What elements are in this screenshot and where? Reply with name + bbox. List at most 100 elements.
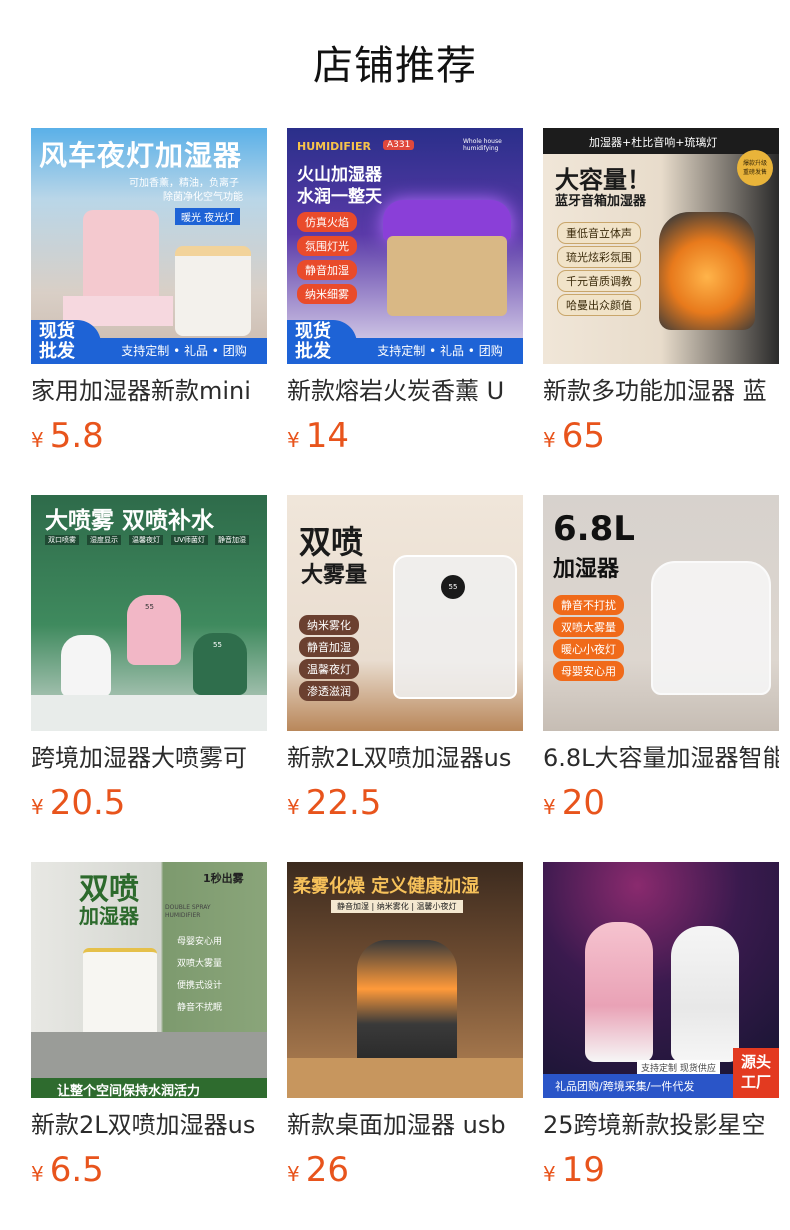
stock-label: 现货 批发 — [31, 320, 101, 364]
currency-symbol: ¥ — [31, 795, 44, 819]
product-price: ¥65 — [543, 414, 605, 458]
currency-symbol: ¥ — [31, 1162, 44, 1186]
feature-chip: 湿度显示 — [87, 535, 121, 545]
price-value: 26 — [305, 1150, 349, 1190]
price-value: 14 — [305, 416, 349, 456]
image-headline2: 大雾量 — [301, 563, 368, 588]
product-name[interactable]: 新款2L双喷加湿器us — [287, 741, 523, 775]
product-image[interactable]: 双喷 加湿器 1秒出雾 DOUBLE SPRAY HUMIDIFIER 母婴安心… — [31, 862, 267, 1098]
feature-line: 静音不扰眠 — [177, 1003, 223, 1013]
purple-flame — [383, 200, 511, 240]
feature-line: 双喷大雾量 — [177, 959, 223, 969]
product-image[interactable]: 大喷雾 双喷补水 双口喷雾 湿度显示 温馨夜灯 UV师菌灯 静音加湿 55 55 — [31, 495, 267, 731]
price-value: 22.5 — [305, 783, 382, 823]
product-price: ¥26 — [287, 1148, 349, 1192]
image-headline: 风车夜灯加湿器 — [39, 139, 243, 172]
product-image[interactable]: 6.8L 加湿器 静音不打扰 双喷大雾量 暖心小夜灯 母婴安心用 — [543, 495, 779, 731]
image-bottom: 让整个空间保持水润活力 — [57, 1084, 201, 1098]
seal-badge: 爆款升级 重磅发售 — [737, 150, 773, 186]
feature-pill: 纳米细雾 — [297, 284, 357, 304]
image-headline2: 加湿器 — [553, 557, 620, 582]
product-image[interactable]: 加湿器+杜比音响+琉璃灯 大容量！ 蓝牙音箱加湿器 爆款升级 重磅发售 重低音立… — [543, 128, 779, 364]
image-eng1: DOUBLE SPRAY — [165, 904, 211, 911]
feature-pill: 氛围灯光 — [297, 236, 357, 256]
product-image[interactable]: 支持定制 现货供应 礼品团购/跨境采集/一件代发 源头 工厂 — [543, 862, 779, 1098]
product-price: ¥14 — [287, 414, 349, 458]
feature-chip: 双口喷雾 — [45, 535, 79, 545]
desk-surface — [287, 1058, 523, 1098]
image-brand: HUMIDIFIER — [297, 140, 371, 153]
feature-chip: 静音加湿 — [215, 535, 249, 545]
product-card[interactable]: 双喷 大雾量 纳米雾化 静音加湿 温馨夜灯 渗透滋润 55 新款2L双喷加湿器u… — [287, 495, 523, 823]
product-name[interactable]: 新款2L双喷加湿器us — [31, 1108, 267, 1142]
image-headline1: 6.8L — [553, 509, 635, 549]
product-name[interactable]: 6.8L大容量加湿器智能 — [543, 741, 779, 775]
factory-badge: 源头 工厂 — [733, 1048, 779, 1098]
product-price: ¥20.5 — [31, 781, 125, 825]
image-headline2: 加湿器 — [79, 904, 139, 928]
currency-symbol: ¥ — [287, 795, 300, 819]
image-corner: Whole house humidifying — [463, 138, 502, 152]
humidifier-pink: 55 — [127, 595, 181, 665]
feature-pill: 温馨夜灯 — [299, 659, 359, 679]
product-card[interactable]: 加湿器+杜比音响+琉璃灯 大容量！ 蓝牙音箱加湿器 爆款升级 重磅发售 重低音立… — [543, 128, 779, 456]
speaker-humidifier — [659, 212, 755, 330]
feature-pill: 琉光炫彩氛围 — [557, 246, 641, 268]
stock-label-line2: 批发 — [295, 341, 331, 362]
stock-label-line1: 现货 — [295, 321, 331, 342]
image-tag: 暖光 夜光灯 — [175, 208, 241, 225]
feature-chip: 温馨夜灯 — [129, 535, 163, 545]
product-price: ¥22.5 — [287, 781, 381, 825]
product-image[interactable]: HUMIDIFIER A331 Whole house humidifying … — [287, 128, 523, 364]
feature-pill: 双喷大雾量 — [553, 617, 624, 637]
factory-badge-line1: 源头 — [740, 1053, 771, 1071]
feature-pill: 重低音立体声 — [557, 222, 641, 244]
humidifier-body — [651, 561, 771, 695]
product-card[interactable]: 6.8L 加湿器 静音不打扰 双喷大雾量 暖心小夜灯 母婴安心用 6.8L大容量… — [543, 495, 779, 823]
sofa — [31, 1032, 267, 1080]
display: 55 — [441, 575, 465, 599]
humidifier-pink — [585, 922, 653, 1062]
product-image[interactable]: 柔雾化燥 定义健康加湿 静音加湿 | 纳米雾化 | 温馨小夜灯 — [287, 862, 523, 1098]
stock-label-line1: 现货 — [39, 321, 75, 342]
image-subtext: 静音加湿 | 纳米雾化 | 温馨小夜灯 — [331, 900, 463, 913]
product-name[interactable]: 新款多功能加湿器 蓝 — [543, 374, 779, 408]
product-name[interactable]: 跨境加湿器大喷雾可 — [31, 741, 267, 775]
product-card[interactable]: 柔雾化燥 定义健康加湿 静音加湿 | 纳米雾化 | 温馨小夜灯 新款桌面加湿器 … — [287, 862, 523, 1190]
product-image[interactable]: 风车夜灯加湿器 可加香薰，精油，负离子 除菌净化空气功能 暖光 夜光灯 支持定制… — [31, 128, 267, 364]
feature-pill: 哈曼出众颜值 — [557, 294, 641, 316]
image-eng2: HUMIDIFIER — [165, 912, 201, 919]
price-value: 65 — [561, 416, 605, 456]
stock-label-line2: 批发 — [39, 341, 75, 362]
product-name[interactable]: 新款桌面加湿器 usb — [287, 1108, 523, 1142]
image-model: A331 — [383, 140, 415, 150]
feature-line: 母婴安心用 — [177, 937, 223, 947]
product-card[interactable]: HUMIDIFIER A331 Whole house humidifying … — [287, 128, 523, 456]
currency-symbol: ¥ — [287, 1162, 300, 1186]
price-value: 20 — [561, 783, 605, 823]
product-price: ¥6.5 — [31, 1148, 104, 1192]
product-card[interactable]: 双喷 加湿器 1秒出雾 DOUBLE SPRAY HUMIDIFIER 母婴安心… — [31, 862, 267, 1190]
image-bottom: 礼品团购/跨境采集/一件代发 — [555, 1080, 695, 1093]
product-card[interactable]: 大喷雾 双喷补水 双口喷雾 湿度显示 温馨夜灯 UV师菌灯 静音加湿 55 55… — [31, 495, 267, 823]
feature-pill: 静音不打扰 — [553, 595, 624, 615]
humidifier-white — [61, 635, 111, 697]
stock-badge: 支持定制 • 礼品 • 团购 现货 批发 — [287, 320, 523, 364]
price-value: 6.5 — [49, 1150, 104, 1190]
product-name[interactable]: 家用加湿器新款mini — [31, 374, 267, 408]
humidifier-body — [387, 236, 507, 316]
product-image[interactable]: 双喷 大雾量 纳米雾化 静音加湿 温馨夜灯 渗透滋润 55 — [287, 495, 523, 731]
product-price: ¥19 — [543, 1148, 605, 1192]
price-value: 5.8 — [49, 416, 104, 456]
humidifier-pink — [83, 210, 159, 310]
product-card[interactable]: 风车夜灯加湿器 可加香薰，精油，负离子 除菌净化空气功能 暖光 夜光灯 支持定制… — [31, 128, 267, 456]
humidifier-green: 55 — [193, 633, 247, 695]
product-name[interactable]: 新款熔岩火炭香薰 U — [287, 374, 523, 408]
price-value: 19 — [561, 1150, 605, 1190]
humidifier-white — [671, 926, 739, 1062]
currency-symbol: ¥ — [287, 428, 300, 452]
product-name[interactable]: 25跨境新款投影星空 — [543, 1108, 779, 1142]
product-card[interactable]: 支持定制 现货供应 礼品团购/跨境采集/一件代发 源头 工厂 25跨境新款投影星… — [543, 862, 779, 1190]
page-title: 店铺推荐 — [313, 43, 477, 89]
currency-symbol: ¥ — [31, 428, 44, 452]
